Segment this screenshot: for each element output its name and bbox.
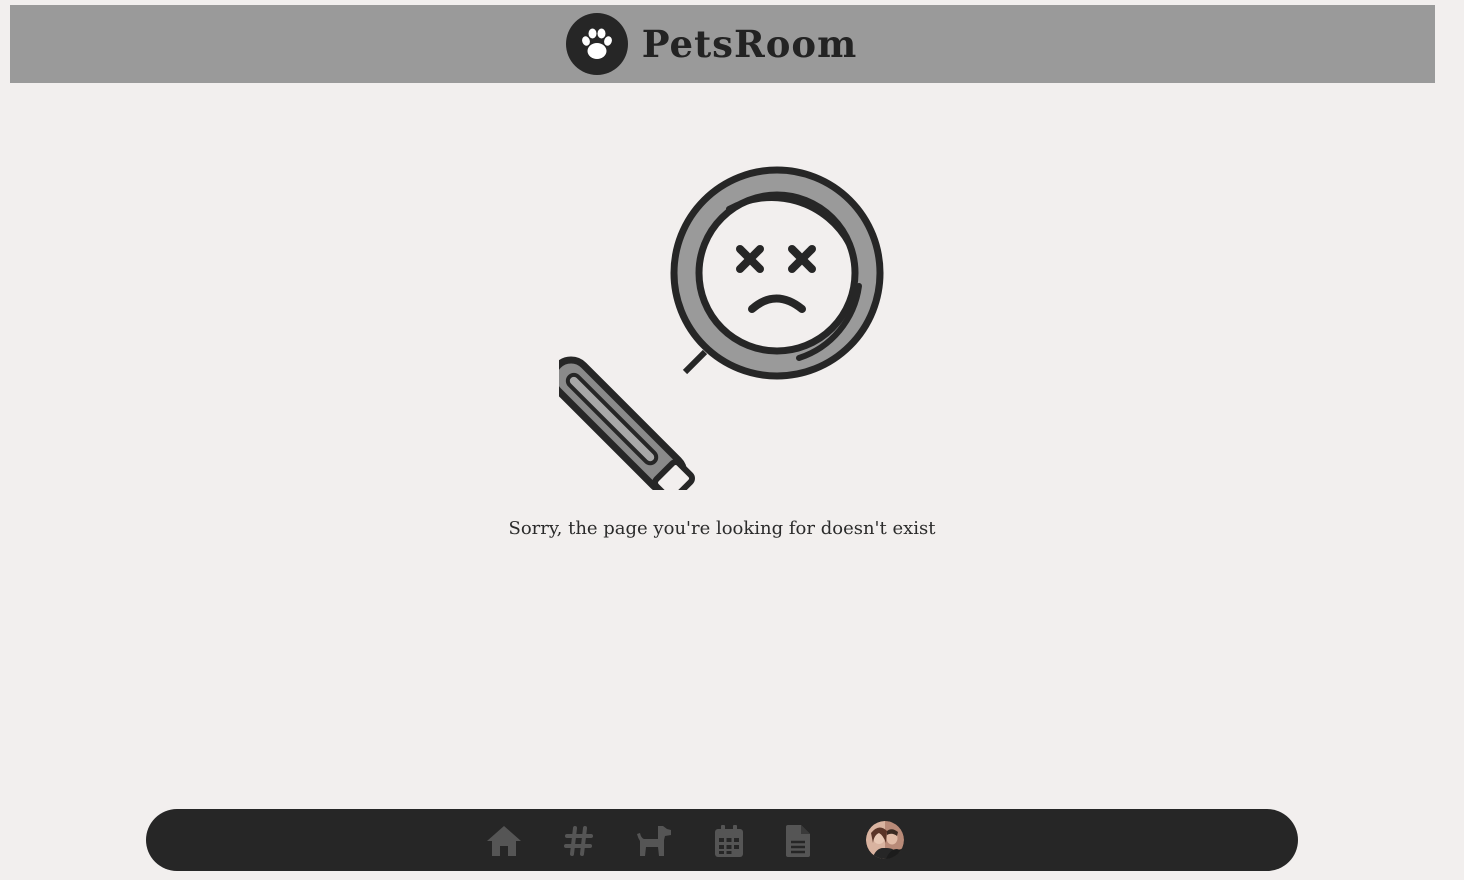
magnifier-sad-face-icon <box>549 166 885 502</box>
brand[interactable]: PetsRoom <box>565 13 858 75</box>
error-message: Sorry, the page you're looking for doesn… <box>508 518 936 539</box>
brand-name: PetsRoom <box>641 22 858 66</box>
paw-icon <box>565 13 628 75</box>
home-icon[interactable] <box>484 821 524 861</box>
bottom-navigation <box>146 809 1298 871</box>
calendar-icon[interactable] <box>709 821 749 861</box>
dog-icon[interactable] <box>633 821 673 861</box>
app-header: PetsRoom <box>10 5 1435 83</box>
hashtag-icon[interactable] <box>559 821 599 861</box>
user-avatar[interactable] <box>866 821 904 859</box>
document-icon[interactable] <box>778 821 818 861</box>
